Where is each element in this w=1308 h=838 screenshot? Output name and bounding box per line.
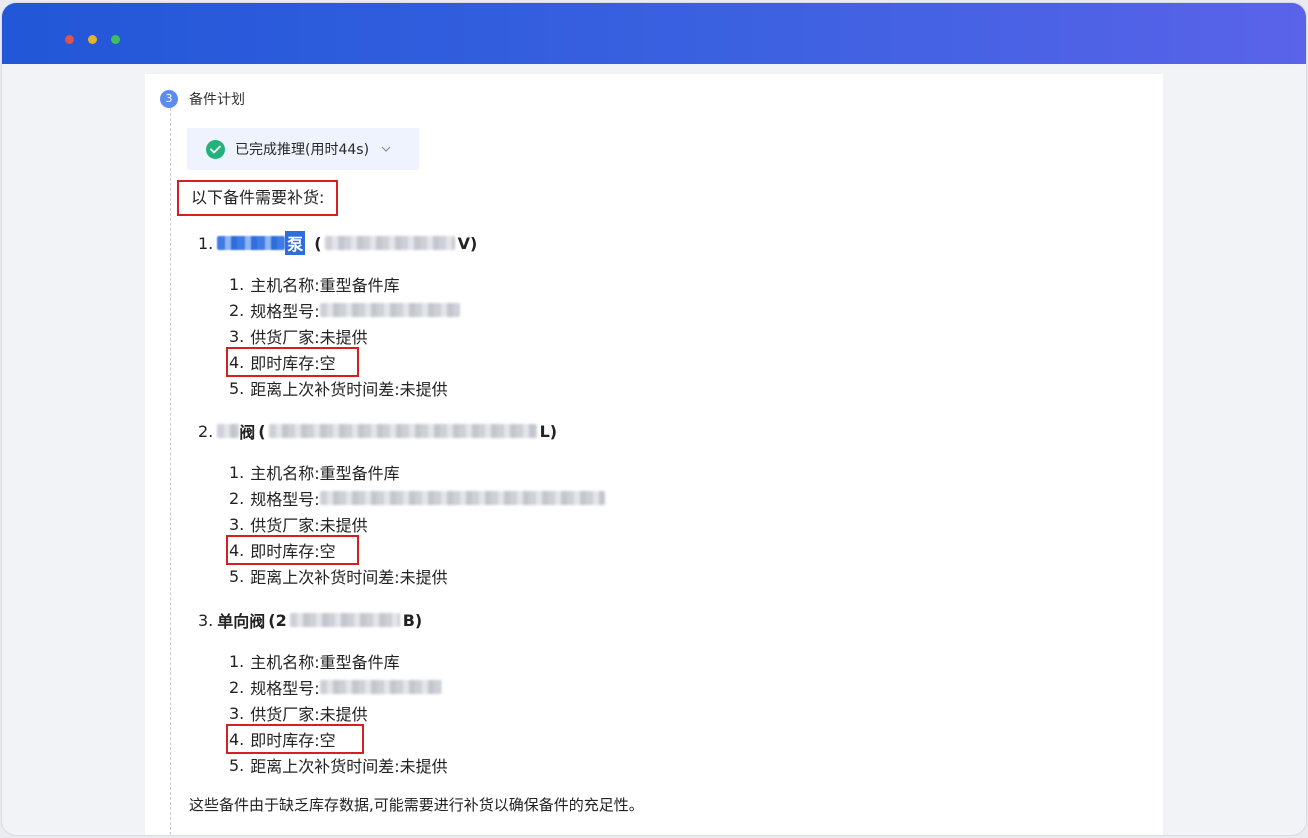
timeline-line: [170, 108, 171, 835]
detail-number: 4.: [229, 352, 245, 372]
detail-number: 3.: [229, 514, 245, 534]
detail-number: 1.: [229, 651, 245, 671]
detail-value: 空: [319, 354, 336, 373]
detail-label: 距离上次补货时间差:: [250, 757, 400, 776]
detail-number: 4.: [229, 540, 245, 560]
close-window-dot[interactable]: [65, 35, 74, 44]
detail-number: 1.: [229, 462, 245, 482]
paren-open: (: [314, 233, 322, 253]
chevron-down-icon[interactable]: [381, 146, 391, 152]
detail-label: 供货厂家:: [250, 516, 320, 535]
item-3-detail-3: 3. 供货厂家: 未提供: [229, 701, 368, 725]
detail-number: 4.: [229, 729, 245, 749]
item-3-heading: 3. 单向阀 (2 B): [198, 608, 425, 632]
detail-number: 3.: [229, 703, 245, 723]
detail-number: 2.: [229, 677, 245, 697]
item-name-char: 泵: [285, 231, 306, 255]
reasoning-status-toggle[interactable]: 已完成推理(用时44s): [187, 128, 419, 170]
detail-label: 主机名称:: [250, 464, 320, 483]
redacted-name: [217, 424, 240, 438]
item-1-detail-3: 3. 供货厂家: 未提供: [229, 324, 368, 348]
item-2-detail-1: 1. 主机名称: 重型备件库: [229, 460, 400, 484]
detail-number: 5.: [229, 566, 245, 586]
detail-value: 重型备件库: [319, 464, 400, 483]
content-panel: 3 备件计划 已完成推理(用时44s) 以下备件需要补货: 1. 泵 ( V) …: [145, 74, 1163, 835]
item-3-detail-5: 5. 距离上次补货时间差: 未提供: [229, 753, 448, 777]
detail-value: 空: [319, 731, 336, 750]
detail-label: 规格型号:: [250, 302, 320, 321]
paren-close: L): [539, 421, 558, 441]
app-window: 3 备件计划 已完成推理(用时44s) 以下备件需要补货: 1. 泵 ( V) …: [2, 3, 1306, 835]
item-2-detail-5: 5. 距离上次补货时间差: 未提供: [229, 564, 448, 588]
item-number: 2.: [198, 421, 214, 441]
item-3-detail-4: 4. 即时库存: 空: [229, 727, 336, 751]
detail-value: 重型备件库: [319, 653, 400, 672]
item-name-char: 阀: [239, 423, 256, 442]
detail-label: 规格型号:: [250, 679, 320, 698]
paren-open: (: [258, 421, 266, 441]
detail-value: 未提供: [319, 705, 368, 724]
maximize-window-dot[interactable]: [111, 35, 120, 44]
detail-value: 未提供: [399, 380, 448, 399]
detail-number: 2.: [229, 488, 245, 508]
detail-label: 规格型号:: [250, 490, 320, 509]
item-2-detail-3: 3. 供货厂家: 未提供: [229, 512, 368, 536]
detail-value: 未提供: [399, 568, 448, 587]
detail-label: 即时库存:: [250, 354, 320, 373]
window-titlebar: [2, 3, 1306, 64]
intro-highlighted: 以下备件需要补货:: [177, 180, 339, 216]
item-name: 单向阀: [217, 612, 266, 631]
detail-value: 未提供: [319, 328, 368, 347]
paren-close: V): [457, 233, 478, 253]
detail-label: 距离上次补货时间差:: [250, 380, 400, 399]
item-1-detail-1: 1. 主机名称: 重型备件库: [229, 272, 400, 296]
check-circle-icon: [206, 139, 225, 159]
item-2-detail-4: 4. 即时库存: 空: [229, 538, 336, 562]
redacted-name: [217, 236, 286, 250]
detail-number: 5.: [229, 378, 245, 398]
detail-number: 2.: [229, 300, 245, 320]
item-1-heading: 1. 泵 ( V): [198, 231, 480, 255]
detail-label: 主机名称:: [250, 653, 320, 672]
detail-value: 空: [319, 542, 336, 561]
redacted-spec: [319, 680, 442, 694]
item-2-heading: 2. 阀 ( L): [198, 419, 560, 443]
detail-label: 即时库存:: [250, 542, 320, 561]
redacted-model: [324, 236, 455, 250]
item-number: 3.: [198, 610, 214, 630]
redacted-model: [268, 424, 537, 438]
redacted-spec: [319, 303, 460, 317]
detail-label: 供货厂家:: [250, 705, 320, 724]
paren-open: (2: [268, 610, 287, 630]
detail-label: 主机名称:: [250, 276, 320, 295]
item-3-detail-2: 2. 规格型号:: [229, 675, 442, 699]
item-number: 1.: [198, 233, 214, 253]
item-1-detail-5: 5. 距离上次补货时间差: 未提供: [229, 376, 448, 400]
redacted-model: [289, 613, 400, 627]
detail-value: 未提供: [319, 516, 368, 535]
detail-number: 1.: [229, 274, 245, 294]
step-number-badge: 3: [160, 90, 178, 108]
minimize-window-dot[interactable]: [88, 35, 97, 44]
detail-label: 供货厂家:: [250, 328, 320, 347]
detail-number: 5.: [229, 755, 245, 775]
detail-value: 重型备件库: [319, 276, 400, 295]
detail-label: 即时库存:: [250, 731, 320, 750]
detail-number: 3.: [229, 326, 245, 346]
summary-text: 这些备件由于缺乏库存数据,可能需要进行补货以确保备件的充足性。: [189, 796, 644, 814]
redacted-spec: [319, 491, 605, 505]
step-title: 备件计划: [189, 92, 245, 108]
item-1-detail-4: 4. 即时库存: 空: [229, 350, 336, 374]
detail-label: 距离上次补货时间差:: [250, 568, 400, 587]
detail-value: 未提供: [399, 757, 448, 776]
item-2-detail-2: 2. 规格型号:: [229, 486, 605, 510]
item-3-detail-1: 1. 主机名称: 重型备件库: [229, 649, 400, 673]
item-1-detail-2: 2. 规格型号:: [229, 298, 460, 322]
paren-close: B): [402, 610, 423, 630]
reasoning-status-text: 已完成推理(用时44s): [235, 142, 370, 158]
